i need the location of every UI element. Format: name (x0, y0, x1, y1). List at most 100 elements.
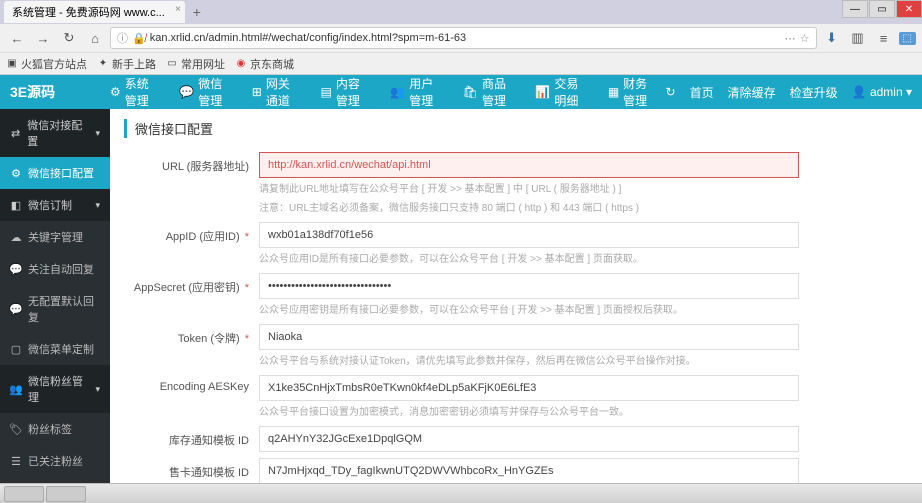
url-input[interactable] (150, 32, 781, 44)
sidebar-label: 粉丝标签 (28, 421, 72, 437)
brand-logo[interactable]: 3E源码 (10, 82, 100, 102)
browser-tab[interactable]: 系统管理 - 免费源码网 www.c... × (4, 1, 185, 23)
browser-chrome: 系统管理 - 免费源码网 www.c... × + — ▭ ✕ ← → ↻ ⌂ … (0, 0, 922, 75)
menu-label: 财务管理 (623, 75, 655, 109)
sidebar-label: 无配置默认回复 (28, 293, 100, 325)
money-icon: ▦ (608, 85, 619, 99)
gear-icon: ⚙ (110, 85, 121, 99)
tab-title: 系统管理 - 免费源码网 www.c... (12, 7, 165, 19)
menu-label: 网关通道 (266, 75, 299, 109)
sidebar-item-follow-reply[interactable]: 💬关注自动回复 (0, 253, 110, 285)
sidebar-label: 关注自动回复 (28, 261, 94, 277)
library-icon[interactable]: ⬇ (821, 27, 843, 49)
home-button[interactable]: ⌂ (84, 27, 106, 49)
task-item[interactable] (4, 486, 44, 502)
link-icon: ⇄ (10, 127, 21, 140)
sidebar-label: 微信粉丝管理 (28, 373, 89, 405)
sidebar-group-connect[interactable]: ⇄ 微信对接配置 ▾ (0, 109, 110, 157)
sidebar-item-blacklist[interactable]: ⛔粉丝黑名单 (0, 477, 110, 483)
list-icon: ☰ (10, 455, 22, 468)
sidebar-icon[interactable]: ▥ (847, 27, 869, 49)
lock-strike-icon: 🔒̸ (132, 32, 146, 45)
user-label: admin (870, 85, 903, 99)
sidebar-label: 微信对接配置 (27, 117, 89, 149)
gear-icon: ⚙ (10, 167, 22, 180)
home-link[interactable]: 首页 (690, 84, 714, 101)
token-field[interactable] (259, 324, 799, 350)
close-icon[interactable]: × (175, 4, 181, 15)
bookmark-icon: ◉ (235, 58, 247, 70)
url-hint2: 注意：URL主域名必须备案，微信服务接口只支持 80 端口 ( http ) 和… (259, 201, 799, 216)
menu-label: 微信管理 (198, 75, 230, 109)
menu-label: 用户管理 (409, 75, 441, 109)
chevron-down-icon: ▾ (95, 384, 100, 395)
refresh-icon[interactable]: ↻ (666, 85, 676, 99)
label-appid: AppID (应用ID) * (124, 222, 259, 244)
star-icon[interactable]: ☆ (800, 32, 810, 45)
menu-icon[interactable]: ≡ (873, 27, 895, 49)
restore-button[interactable]: ▭ (869, 0, 895, 18)
bag-icon: 🛍 (463, 85, 478, 99)
sidebar: ⇄微信对接配置▾ ⚙微信接口配置 ◧微信订制▾ ☁关键字管理 💬关注自动回复 💬… (0, 109, 110, 483)
taskbar (0, 483, 922, 503)
user-menu[interactable]: 👤 admin ▾ (852, 85, 912, 99)
url-field[interactable] (259, 152, 799, 178)
task-item[interactable] (46, 486, 86, 502)
chevron-down-icon: ▾ (95, 128, 100, 139)
label-cache-template: 库存通知模板 ID (124, 426, 259, 448)
clear-cache-link[interactable]: 清除缓存 (728, 84, 776, 101)
delivery-template-field[interactable] (259, 458, 799, 483)
aeskey-field[interactable] (259, 375, 799, 401)
page-title: 微信接口配置 (124, 119, 908, 138)
tab-bar: 系统管理 - 免费源码网 www.c... × + — ▭ ✕ (0, 0, 922, 24)
chat-icon: 💬 (179, 85, 194, 99)
forward-button[interactable]: → (32, 27, 54, 49)
bookmark-icon: ✦ (97, 58, 109, 70)
extension-badge[interactable]: ⬚ (899, 32, 916, 45)
check-update-link[interactable]: 检查升级 (790, 84, 838, 101)
back-button[interactable]: ← (6, 27, 28, 49)
new-tab-button[interactable]: + (187, 2, 207, 22)
window-controls: — ▭ ✕ (841, 0, 922, 18)
header-right: ↻ 首页 清除缓存 检查升级 👤 admin ▾ (666, 84, 912, 101)
sidebar-item-default-reply[interactable]: 💬 无配置默认回复 (0, 285, 110, 333)
sidebar-item-keywords[interactable]: ☁关键字管理 (0, 221, 110, 253)
minimize-button[interactable]: — (842, 0, 868, 18)
tag-icon: 🏷 (10, 423, 22, 436)
sidebar-label: 关键字管理 (28, 229, 83, 245)
chart-icon: 📊 (535, 85, 550, 99)
app-header: 3E源码 ⚙系统管理 💬微信管理 ⊞网关通道 ▤内容管理 👥用户管理 🛍商品管理… (0, 75, 922, 109)
label-delivery-template: 售卡通知模板 ID (124, 458, 259, 480)
sidebar-item-followers[interactable]: ☰已关注粉丝 (0, 445, 110, 477)
menu-label: 商品管理 (482, 75, 513, 109)
bookmark-item[interactable]: ▣火狐官方站点 (6, 56, 87, 72)
appid-field[interactable] (259, 222, 799, 248)
users-icon: 👥 (390, 85, 405, 99)
menu-label: 系统管理 (125, 75, 158, 109)
menu-label: 交易明细 (554, 75, 586, 109)
appsecret-field[interactable] (259, 273, 799, 299)
sidebar-label: 微信菜单定制 (28, 341, 94, 357)
aeskey-hint: 公众号平台接口设置为加密模式，消息加密密钥必须填写并保存与公众号平台一致。 (259, 405, 799, 420)
chat-icon: 💬 (10, 303, 22, 316)
menu-label: 内容管理 (336, 75, 368, 109)
chevron-down-icon: ▾ (95, 200, 100, 211)
url-bar[interactable]: ⓘ 🔒̸ ⋯ ☆ (110, 27, 817, 49)
reader-icon[interactable]: ⋯ (785, 32, 796, 45)
chevron-down-icon: ▾ (906, 85, 912, 99)
nav-bar: ← → ↻ ⌂ ⓘ 🔒̸ ⋯ ☆ ⬇ ▥ ≡ ⬚ (0, 24, 922, 52)
sidebar-item-menu-custom[interactable]: ▢微信菜单定制 (0, 333, 110, 365)
label-aeskey: Encoding AESKey (124, 375, 259, 393)
reload-button[interactable]: ↻ (58, 27, 80, 49)
sidebar-group-custom[interactable]: ◧微信订制▾ (0, 189, 110, 221)
sidebar-group-fans[interactable]: 👥微信粉丝管理▾ (0, 365, 110, 413)
main-content: 微信接口配置 URL (服务器地址) 请复制此URL地址填写在公众号平台 [ 开… (110, 109, 922, 483)
appsecret-hint: 公众号应用密钥是所有接口必要参数，可以在公众号平台 [ 开发 >> 基本配置 ]… (259, 303, 799, 318)
info-icon[interactable]: ⓘ (117, 30, 128, 46)
close-window-button[interactable]: ✕ (896, 0, 922, 18)
sidebar-item-api-config[interactable]: ⚙微信接口配置 (0, 157, 110, 189)
cache-template-field[interactable] (259, 426, 799, 452)
sidebar-item-fan-tags[interactable]: 🏷 粉丝标签 (0, 413, 110, 445)
panel-icon: ◧ (10, 199, 22, 212)
label-url: URL (服务器地址) (124, 152, 259, 174)
